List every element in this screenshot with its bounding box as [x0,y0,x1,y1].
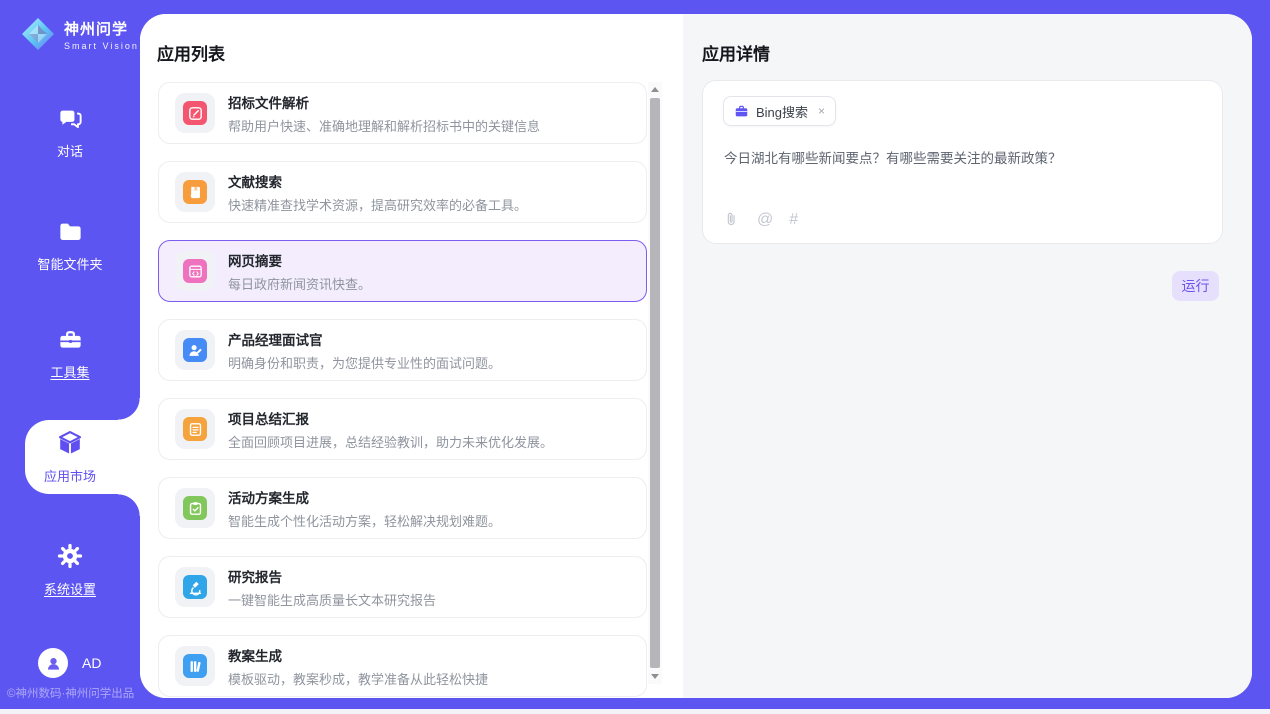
app-card[interactable]: 项目总结汇报 全面回顾项目进展，总结经验教训，助力未来优化发展。 [158,398,647,460]
app-card-description: 每日政府新闻资讯快查。 [228,274,371,293]
tab-curve-top [118,398,140,420]
app-card-description: 帮助用户快速、准确地理解和解析招标书中的关键信息 [228,116,540,135]
prompt-toolbar: @ # [722,210,798,229]
app-card-title: 招标文件解析 [228,92,540,112]
app-card-description: 明确身份和职责，为您提供专业性的面试问题。 [228,353,501,372]
app-card-title: 文献搜索 [228,171,527,191]
triangle-up-icon [651,87,659,92]
app-card[interactable]: 教案生成 模板驱动，教案秒成，教学准备从此轻松快捷 [158,635,647,697]
user-name: AD [82,655,101,671]
app-card-title: 教案生成 [228,645,488,665]
logo-title: 神州问学 [64,18,139,39]
toolbox-icon [57,326,84,353]
clipboard-check-icon [183,496,207,520]
sidebar-item-label: 智能文件夹 [37,254,102,273]
main-content: 应用列表 招标文件解析 帮助用户快速、准确地理解和解析招标书中的关键信息 文献搜… [140,14,1252,698]
interviewer-icon [183,338,207,362]
app-card-description: 智能生成个性化活动方案，轻松解决规划难题。 [228,511,501,530]
sidebar-item-label: 对话 [57,141,83,160]
prompt-card: Bing搜索 × 今日湖北有哪些新闻要点？有哪些需要关注的最新政策？ @ # [702,80,1223,244]
app-card[interactable]: 产品经理面试官 明确身份和职责，为您提供专业性的面试问题。 [158,319,647,381]
app-card-title: 项目总结汇报 [228,408,553,428]
scrollbar[interactable] [648,82,662,684]
app-card-title: 活动方案生成 [228,487,501,507]
window-bottom-edge [0,709,1270,714]
app-card-description: 快速精准查找学术资源，提高研究效率的必备工具。 [228,195,527,214]
app-logo: 神州问学 Smart Vision [20,16,139,52]
app-card-description: 模板驱动，教案秒成，教学准备从此轻松快捷 [228,669,488,688]
sidebar-item-label: 系统设置 [44,579,96,598]
app-card-title: 网页摘要 [228,250,371,270]
app-card[interactable]: 活动方案生成 智能生成个性化活动方案，轻松解决规划难题。 [158,477,647,539]
scrollbar-thumb[interactable] [650,98,660,668]
cube-icon [56,429,84,457]
tool-chip-label: Bing搜索 [756,102,808,121]
prompt-text-input[interactable]: 今日湖北有哪些新闻要点？有哪些需要关注的最新政策？ [724,149,1202,169]
sidebar-item-app-market[interactable]: 应用市场 [0,429,140,485]
sidebar-item-label: 应用市场 [44,466,96,485]
tab-curve-bottom [118,494,140,516]
app-card-description: 全面回顾项目进展，总结经验教训，助力未来优化发展。 [228,432,553,451]
app-card-title: 产品经理面试官 [228,329,501,349]
logo-subtitle: Smart Vision [64,41,139,51]
mention-icon[interactable]: @ [757,212,773,228]
sidebar-item-chat[interactable]: 对话 [0,105,140,160]
books-icon [183,654,207,678]
doc-edit-icon [183,101,207,125]
app-card[interactable]: 招标文件解析 帮助用户快速、准确地理解和解析招标书中的关键信息 [158,82,647,144]
logo-diamond-icon [20,16,56,52]
app-card[interactable]: 网页摘要 每日政府新闻资讯快查。 [158,240,647,302]
app-detail-pane: 应用详情 Bing搜索 × 今日湖北有哪些新闻要点？有哪些需要关注的最新政策？ … [683,14,1252,698]
browser-code-icon [183,259,207,283]
chip-close-icon[interactable]: × [818,104,825,118]
folder-icon [57,218,84,245]
microscope-icon [183,575,207,599]
app-card-title: 研究报告 [228,566,436,586]
hash-icon[interactable]: # [789,212,798,228]
app-detail-title: 应用详情 [702,40,770,65]
sidebar-item-smart-folder[interactable]: 智能文件夹 [0,218,140,273]
user-account[interactable]: AD [38,648,101,678]
tool-chip-bing-search[interactable]: Bing搜索 × [723,96,836,126]
avatar[interactable] [38,648,68,678]
scrollbar-up-button[interactable] [648,82,662,97]
paperclip-icon[interactable] [722,210,741,229]
app-list-title: 应用列表 [157,40,225,65]
app-card[interactable]: 文献搜索 快速精准查找学术资源，提高研究效率的必备工具。 [158,161,647,223]
app-list-pane: 应用列表 招标文件解析 帮助用户快速、准确地理解和解析招标书中的关键信息 文献搜… [140,14,683,698]
scrollbar-down-button[interactable] [648,669,662,684]
sidebar: 神州问学 Smart Vision 对话 智能文件夹 工具集 应用市场 系统设置… [0,0,140,714]
chat-icon [57,105,84,132]
copyright: ©神州数码·神州问学出品 [7,685,134,701]
app-card-list: 招标文件解析 帮助用户快速、准确地理解和解析招标书中的关键信息 文献搜索 快速精… [158,82,648,698]
report-icon [183,417,207,441]
app-card-description: 一键智能生成高质量长文本研究报告 [228,590,436,609]
triangle-down-icon [651,674,659,679]
sidebar-item-settings[interactable]: 系统设置 [0,542,140,598]
gear-icon [56,542,84,570]
briefcase-icon [734,104,749,119]
app-card[interactable]: 研究报告 一键智能生成高质量长文本研究报告 [158,556,647,618]
sidebar-item-toolset[interactable]: 工具集 [0,326,140,381]
sidebar-item-label: 工具集 [50,362,89,381]
run-button[interactable]: 运行 [1172,271,1219,301]
book-icon [183,180,207,204]
